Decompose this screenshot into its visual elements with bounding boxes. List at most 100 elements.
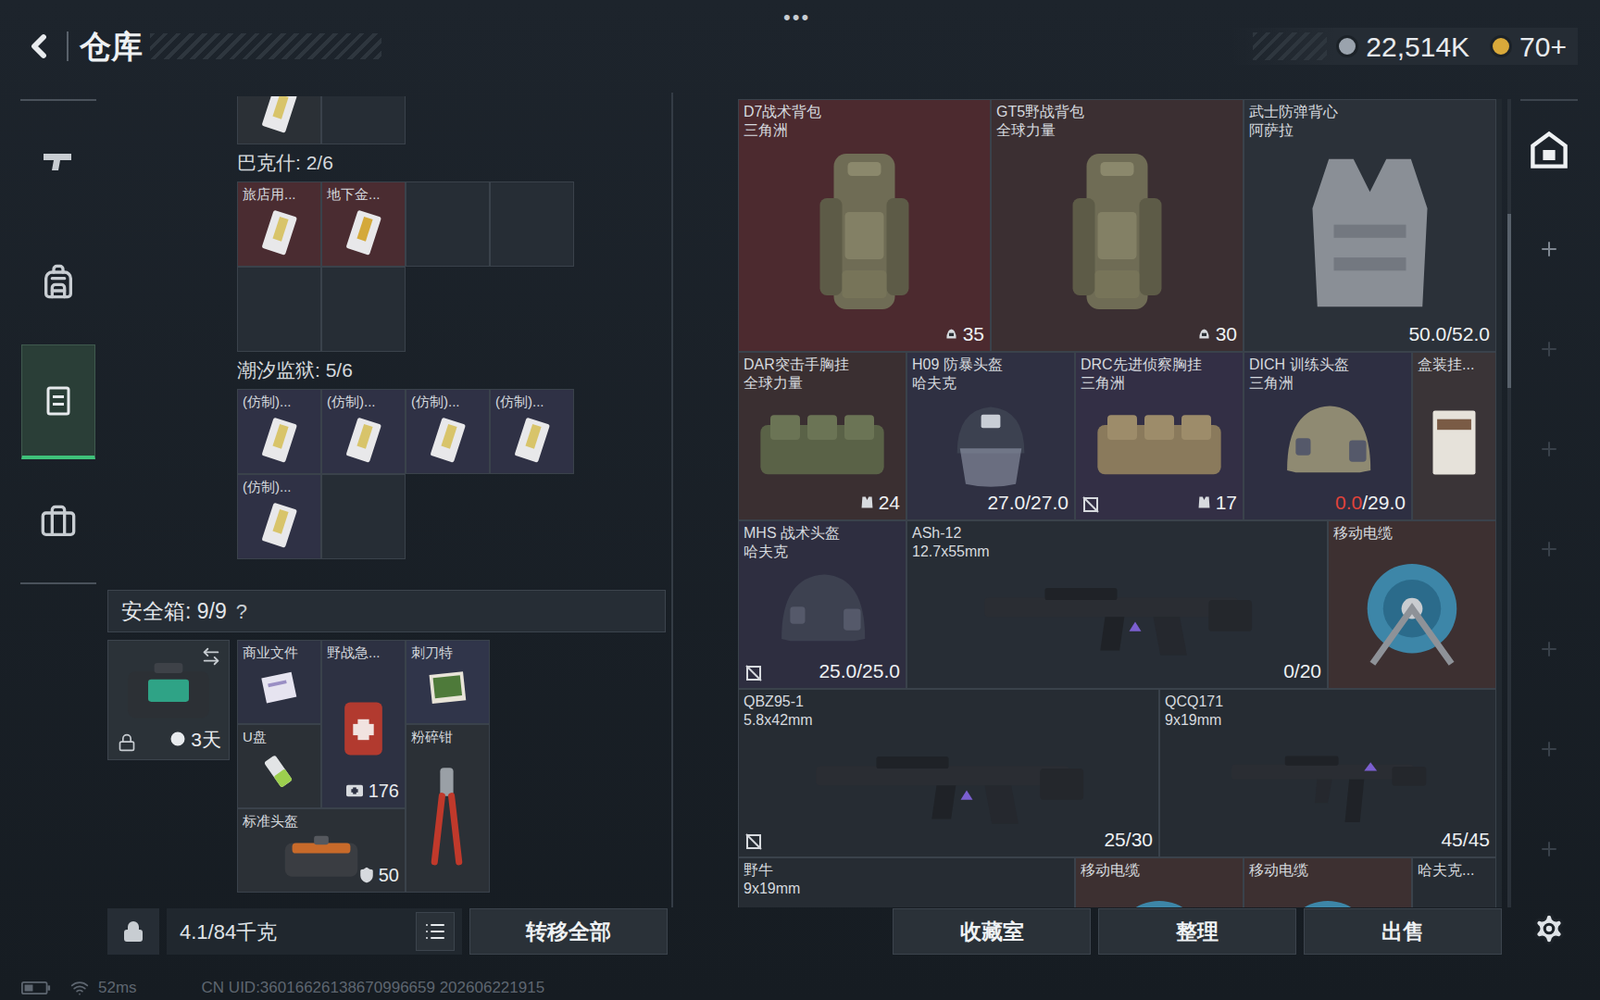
rail-item[interactable] xyxy=(1520,199,1578,300)
stash-slot[interactable]: (仿制)... xyxy=(237,474,322,560)
slot-label: (仿制)... xyxy=(242,392,292,412)
item-value: 27.0/27.0 xyxy=(987,487,1069,518)
box-icon xyxy=(1422,882,1487,908)
stash-slot[interactable] xyxy=(321,96,406,145)
inventory-item[interactable]: ASh-1212.7x55mm0/20 xyxy=(906,520,1328,689)
swap-icon[interactable] xyxy=(200,646,222,667)
weight-lock[interactable] xyxy=(107,908,160,955)
safe-item[interactable]: 野战急...176 xyxy=(321,639,406,809)
inventory-item[interactable]: DRC先进侦察胸挂三角洲17 xyxy=(1075,351,1244,521)
gear-icon[interactable] xyxy=(1531,911,1567,947)
sidebar-item[interactable] xyxy=(20,462,97,583)
stash-slot[interactable] xyxy=(237,96,322,145)
inventory-button[interactable]: 整理 xyxy=(1098,908,1297,955)
backpack-icon xyxy=(1000,142,1234,324)
item-subtitle: 9x19mm xyxy=(1164,711,1492,730)
weight-value: 4.1/84千克 xyxy=(179,916,277,948)
transfer-all-button[interactable]: 转移全部 xyxy=(469,908,668,955)
item-name: DAR突击手胸挂 xyxy=(743,355,902,375)
medkit-icon xyxy=(335,662,392,799)
smg-icon xyxy=(748,900,1065,908)
item-name: GT5野战背包 xyxy=(996,102,1239,122)
stash-slot[interactable]: (仿制)... xyxy=(237,388,322,475)
ping: 52ms xyxy=(98,975,138,1000)
safe-item[interactable]: U盘 xyxy=(237,724,322,809)
item-name: ASh-12 xyxy=(912,524,1324,543)
safe-case[interactable]: 3天 xyxy=(107,639,230,761)
sidebar-item[interactable] xyxy=(20,100,97,222)
stash-slot[interactable]: (仿制)... xyxy=(405,388,490,475)
menu-dots[interactable]: ••• xyxy=(783,1,811,33)
safe-box: 3天商业文件野战急...176刺刀特 U盘粉碎钳标准头盔50 xyxy=(107,639,672,893)
photo-icon xyxy=(419,662,476,714)
safe-item[interactable]: 标准头盔50 xyxy=(237,808,406,893)
stash-slot[interactable] xyxy=(237,266,322,352)
inventory-item[interactable]: QBZ95-15.8x42mm25/30 xyxy=(737,688,1160,858)
inventory-item[interactable]: 移动电缆 xyxy=(1075,857,1244,908)
rail-item[interactable] xyxy=(1520,599,1578,700)
rail-item[interactable] xyxy=(1520,299,1578,400)
currency-chip[interactable]: 22,514K xyxy=(1336,25,1470,68)
rail-item[interactable] xyxy=(1520,699,1578,800)
inventory-item[interactable]: H09 防暴头盔哈夫克27.0/27.0 xyxy=(906,351,1075,521)
keycard-icon xyxy=(254,96,304,138)
inventory-item[interactable]: 盒装挂... xyxy=(1412,351,1497,521)
help-button[interactable]: ? xyxy=(236,596,248,627)
rifle-icon xyxy=(748,732,1150,829)
list-button[interactable] xyxy=(415,912,455,951)
plus-icon xyxy=(1537,337,1561,361)
document-icon xyxy=(250,662,308,714)
coin-icon xyxy=(1489,35,1513,58)
safe-item[interactable]: 粉碎钳 xyxy=(405,724,490,893)
inventory-button[interactable]: 收藏室 xyxy=(892,908,1091,955)
inventory-item[interactable]: 武士防弹背心阿萨拉50.0/52.0 xyxy=(1243,99,1497,352)
stash-slot[interactable]: 旅店用... xyxy=(237,181,322,267)
stash-slot[interactable] xyxy=(321,266,406,352)
stash-slot[interactable] xyxy=(405,181,490,267)
item-value: 45/45 xyxy=(1440,825,1490,855)
inventory-item[interactable]: DICH 训练头盔三角洲0.0/29.0 xyxy=(1243,351,1413,521)
keycard-icon xyxy=(254,499,304,553)
rail-item[interactable] xyxy=(1520,499,1578,600)
inventory-button[interactable]: 出售 xyxy=(1303,908,1502,955)
stash-slot[interactable]: 地下金... xyxy=(321,181,406,267)
vest-slots-icon xyxy=(1196,494,1213,511)
stash-slot[interactable] xyxy=(321,474,406,560)
sidebar-item[interactable] xyxy=(20,221,97,342)
back-button[interactable] xyxy=(20,25,58,68)
inventory-item[interactable]: MHS 战术头盔哈夫克25.0/25.0 xyxy=(737,520,907,689)
rail-item[interactable] xyxy=(1520,799,1578,900)
stash-slot[interactable]: (仿制)... xyxy=(321,388,406,475)
item-subtitle: 哈夫克 xyxy=(743,542,902,562)
inventory-item[interactable]: 移动电缆 xyxy=(1327,520,1497,689)
inventory-item[interactable]: D7战术背包三角洲35 xyxy=(737,99,991,352)
inventory-item[interactable]: QCQ1719x19mm45/45 xyxy=(1159,688,1497,858)
inventory-item[interactable]: 野牛9x19mm xyxy=(737,857,1075,908)
pliers-icon xyxy=(419,747,476,883)
inventory-item[interactable]: GT5野战背包全球力量30 xyxy=(990,99,1244,352)
inventory-footer: 收藏室整理出售 xyxy=(737,907,1502,976)
currency-chip[interactable]: 70+ xyxy=(1489,25,1567,68)
status-bar: 52msCN UID:36016626138670996659 20260622… xyxy=(0,975,1600,1000)
rail-item[interactable] xyxy=(1520,399,1578,500)
stash-slot[interactable] xyxy=(489,181,575,267)
keycard-icon xyxy=(423,413,473,468)
item-label: 标准头盔 xyxy=(242,812,299,831)
currency-stripes xyxy=(1252,32,1327,61)
stash-slot[interactable]: (仿制)... xyxy=(489,388,575,475)
rail-item[interactable] xyxy=(1520,99,1578,200)
safe-item[interactable]: 刺刀特 xyxy=(405,639,490,725)
inventory-grid-wrap: D7战术背包三角洲35GT5野战背包全球力量30武士防弹背心阿萨拉50.0/52… xyxy=(737,99,1502,908)
plus-icon xyxy=(1537,437,1561,461)
safe-item[interactable]: 商业文件 xyxy=(237,639,322,725)
item-value-warning: 0.0 xyxy=(1335,491,1363,513)
inventory-scrollbar[interactable] xyxy=(1507,99,1512,908)
inventory-item[interactable]: DAR突击手胸挂全球力量24 xyxy=(737,351,907,521)
stash-panel: 巴克什: 2/6旅店用...地下金...潮汐监狱: 5/6(仿制)...(仿制)… xyxy=(107,92,674,976)
briefcase-icon xyxy=(39,503,77,541)
sidebar-item[interactable] xyxy=(20,341,97,463)
inventory-item[interactable]: 哈夫克... xyxy=(1412,857,1497,908)
inventory-item[interactable]: 移动电缆 xyxy=(1243,857,1413,908)
box-icon xyxy=(1422,376,1487,509)
cable-reel-icon xyxy=(1337,545,1487,677)
